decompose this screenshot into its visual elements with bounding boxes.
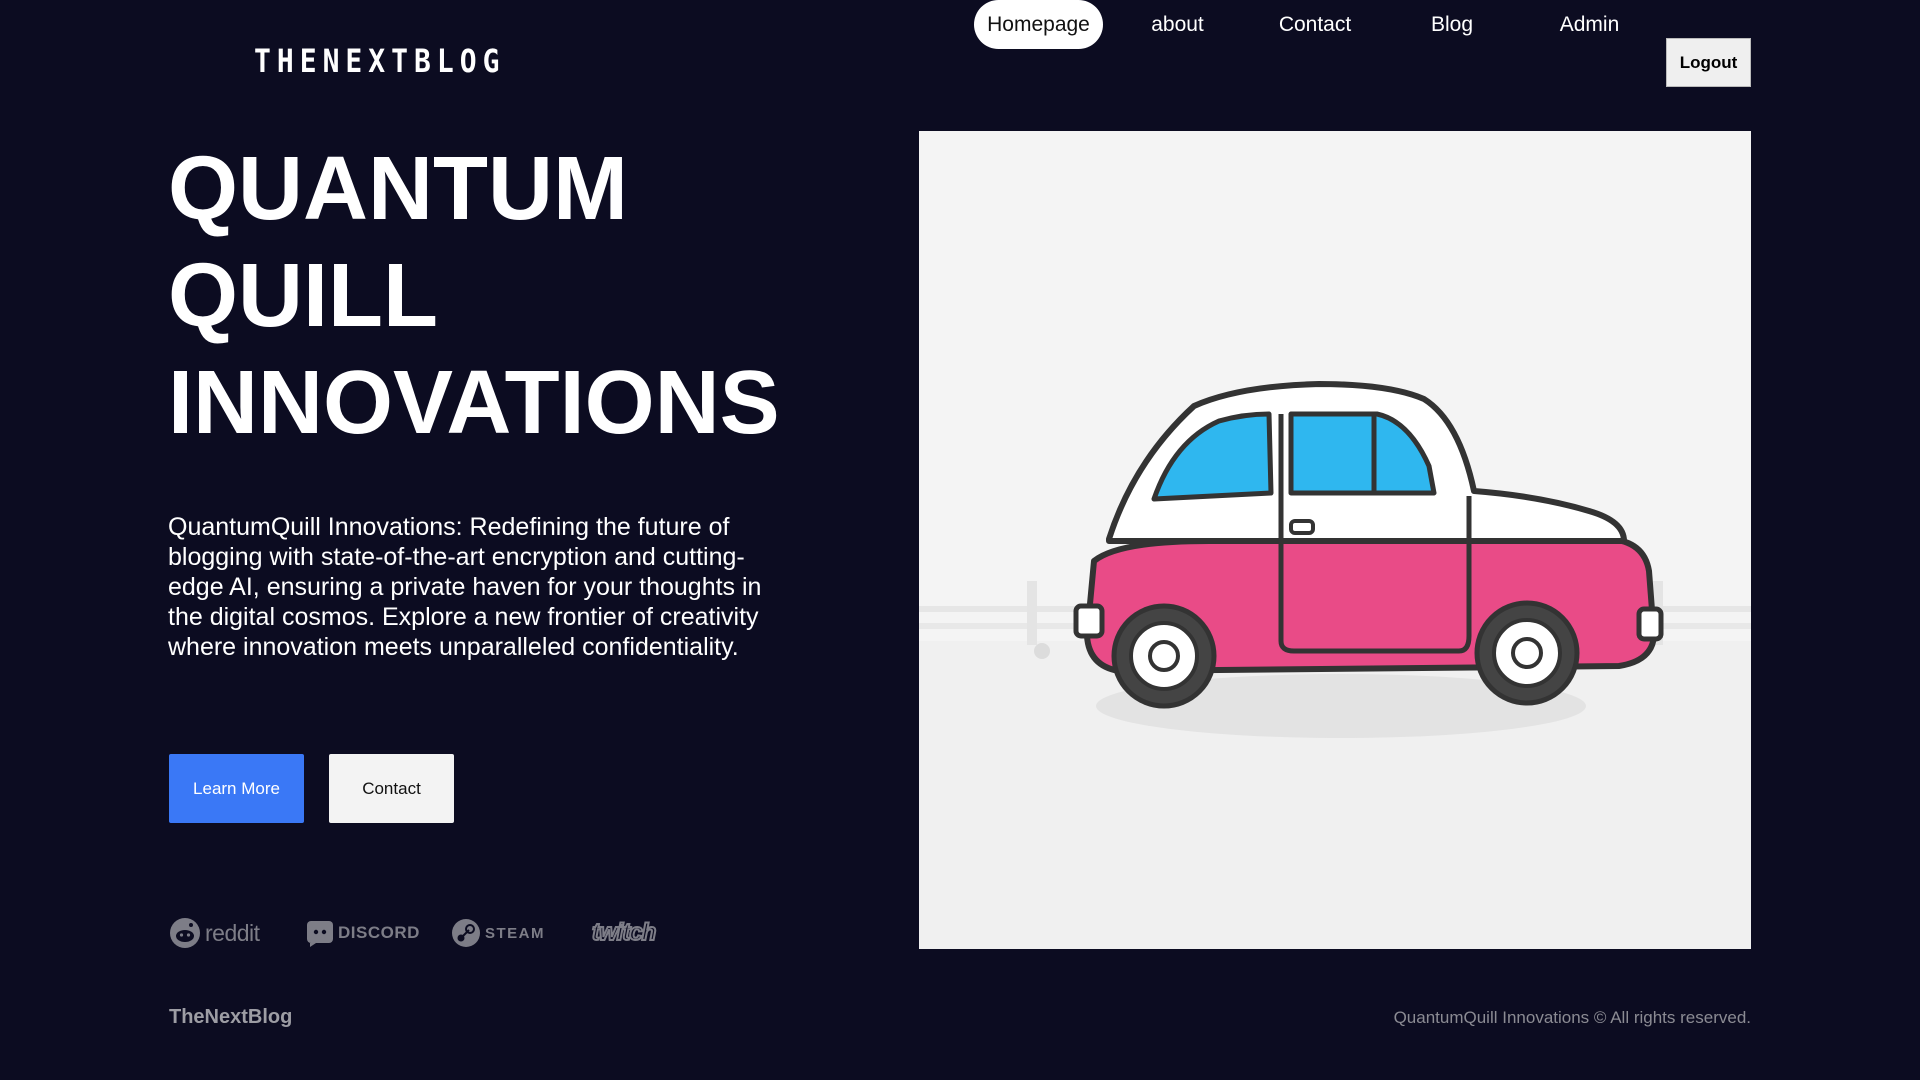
discord-label: DISCORD [338, 923, 420, 942]
nav-admin[interactable]: Admin [1552, 0, 1627, 49]
reddit-logo[interactable]: reddit [169, 916, 260, 950]
discord-icon [307, 921, 333, 947]
hero-title-line-3: INNOVATIONS [168, 353, 780, 453]
twitch-icon: twitch [591, 918, 657, 947]
steam-icon [452, 919, 480, 947]
hero-description: QuantumQuill Innovations: Redefining the… [168, 513, 762, 661]
nav-contact[interactable]: Contact [1270, 0, 1360, 49]
nav-homepage[interactable]: Homepage [974, 0, 1103, 49]
contact-button[interactable]: Contact [329, 754, 454, 823]
discord-logo[interactable]: DISCORD [306, 916, 420, 950]
learn-more-button[interactable]: Learn More [169, 754, 304, 823]
site-logo[interactable]: THENEXTBLOG [254, 42, 505, 80]
hero-title: QUANTUM QUILL INNOVATIONS [168, 136, 888, 457]
hero-image-panel [919, 131, 1751, 949]
reddit-icon [170, 918, 200, 948]
hero-title-line-1: QUANTUM [168, 139, 628, 239]
footer-copyright: QuantumQuill Innovations © All rights re… [1393, 1008, 1751, 1027]
page: THENEXTBLOG Homepage about Contact Blog … [0, 0, 1920, 1080]
hero-title-line-2: QUILL [168, 246, 438, 346]
steam-label: STEAM [485, 924, 545, 942]
nav-blog[interactable]: Blog [1422, 0, 1482, 49]
footer-brand[interactable]: TheNextBlog [169, 1006, 292, 1029]
reddit-label: reddit [205, 919, 260, 946]
logout-button[interactable]: Logout [1666, 38, 1751, 87]
twitch-logo[interactable]: twitch [591, 916, 657, 950]
nav-about[interactable]: about [1140, 0, 1215, 49]
steam-logo[interactable]: STEAM [451, 916, 545, 950]
car-illustration [919, 381, 1751, 949]
